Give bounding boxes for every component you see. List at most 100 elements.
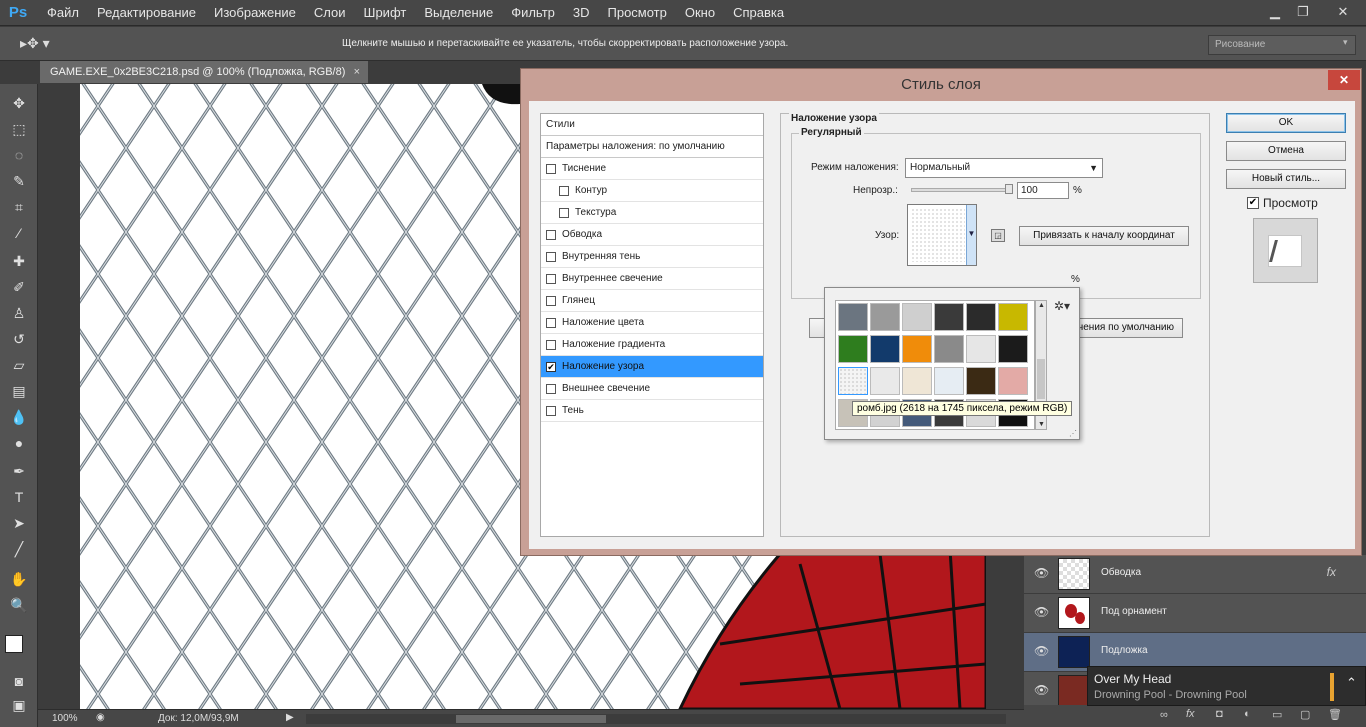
document-tab[interactable]: GAME.EXE_0x2BE3C218.psd @ 100% (Подложка… xyxy=(40,61,368,83)
style-effect-item[interactable]: Внешнее свечение xyxy=(541,378,763,400)
new-preset-icon[interactable]: ◲ xyxy=(991,229,1005,242)
layer-row[interactable]: 👁 Под орнамент xyxy=(1024,594,1366,633)
scrollbar-thumb[interactable] xyxy=(1037,359,1045,399)
gear-icon[interactable]: ✲▾ xyxy=(1054,299,1070,313)
resize-grip-icon[interactable]: ⋰ xyxy=(1069,429,1077,438)
share-icon[interactable]: ◉ xyxy=(96,712,105,723)
style-effect-item[interactable]: Внутренняя тень xyxy=(541,246,763,268)
effect-checkbox[interactable] xyxy=(546,406,556,416)
style-effect-item[interactable]: Тень xyxy=(541,400,763,422)
dodge-tool-icon[interactable]: ● xyxy=(10,434,28,452)
quick-select-tool-icon[interactable]: ✎ xyxy=(10,172,28,190)
effect-checkbox[interactable] xyxy=(559,186,569,196)
move-tool-icon[interactable]: ▸✥ ▾ xyxy=(20,35,50,52)
media-notification[interactable]: Over My Head Drowning Pool - Drowning Po… xyxy=(1087,666,1366,706)
preview-checkbox[interactable]: ✔ xyxy=(1247,197,1259,209)
healing-tool-icon[interactable]: ✚ xyxy=(10,252,28,270)
pattern-swatch[interactable] xyxy=(998,367,1028,395)
ok-button[interactable]: OK xyxy=(1226,113,1346,133)
menu-image[interactable]: Изображение xyxy=(205,0,305,26)
eye-icon[interactable]: 👁 xyxy=(1034,605,1049,619)
menu-help[interactable]: Справка xyxy=(724,0,793,26)
lasso-tool-icon[interactable]: ◌ xyxy=(10,146,28,164)
status-arrow-icon[interactable]: ▶ xyxy=(286,712,294,723)
style-effect-item[interactable]: ✔ Наложение узора xyxy=(541,356,763,378)
folder-icon[interactable]: ▭ xyxy=(1272,708,1282,721)
pattern-swatch[interactable] xyxy=(998,335,1028,363)
style-effect-item[interactable]: Обводка xyxy=(541,224,763,246)
close-icon[interactable]: ✕ xyxy=(1330,2,1356,22)
eye-icon[interactable]: 👁 xyxy=(1034,644,1049,658)
pattern-swatch[interactable] xyxy=(902,335,932,363)
menu-view[interactable]: Просмотр xyxy=(599,0,676,26)
style-effect-item[interactable]: Наложение цвета xyxy=(541,312,763,334)
chevron-down-icon[interactable]: ▼ xyxy=(966,205,976,265)
crop-tool-icon[interactable]: ⌗ xyxy=(10,198,28,216)
pattern-swatch[interactable] xyxy=(838,303,868,331)
history-brush-icon[interactable]: ↺ xyxy=(10,330,28,348)
move-tool-icon[interactable]: ✥ xyxy=(10,94,28,112)
menu-3d[interactable]: 3D xyxy=(564,0,599,26)
effect-checkbox[interactable] xyxy=(546,384,556,394)
foreground-color-swatch[interactable] xyxy=(5,635,23,653)
opacity-input[interactable]: 100 xyxy=(1017,182,1069,199)
eye-icon[interactable]: 👁 xyxy=(1034,683,1049,697)
minimize-icon[interactable]: ▁ xyxy=(1262,2,1288,22)
reset-default-button[interactable]: чения по умолчанию xyxy=(1069,318,1183,338)
pattern-swatch[interactable] xyxy=(870,335,900,363)
path-select-tool-icon[interactable]: ➤ xyxy=(10,514,28,532)
style-effect-item[interactable]: Контур xyxy=(541,180,763,202)
blur-tool-icon[interactable]: 💧 xyxy=(10,408,28,426)
new-layer-icon[interactable]: ▢ xyxy=(1300,708,1310,721)
styles-header[interactable]: Стили xyxy=(541,114,763,136)
scrollbar-thumb[interactable] xyxy=(456,715,606,723)
eye-icon[interactable]: 👁 xyxy=(1034,566,1049,580)
effect-checkbox[interactable] xyxy=(546,164,556,174)
screen-mode-icon[interactable]: ▣ xyxy=(10,696,28,714)
close-tab-icon[interactable]: × xyxy=(354,61,360,83)
chevron-up-icon[interactable]: ⌃ xyxy=(1346,675,1357,691)
adjustment-icon[interactable]: ◐ xyxy=(1244,708,1251,720)
effect-checkbox[interactable] xyxy=(546,274,556,284)
gradient-tool-icon[interactable]: ▤ xyxy=(10,382,28,400)
blending-options[interactable]: Параметры наложения: по умолчанию xyxy=(541,136,763,158)
horizontal-scrollbar[interactable] xyxy=(306,714,1006,724)
effect-checkbox[interactable] xyxy=(546,230,556,240)
new-style-button[interactable]: Новый стиль... xyxy=(1226,169,1346,189)
restore-icon[interactable]: ❐ xyxy=(1290,2,1316,22)
menu-filter[interactable]: Фильтр xyxy=(502,0,564,26)
pattern-swatch[interactable] xyxy=(902,367,932,395)
mask-icon[interactable]: ◘ xyxy=(1216,708,1223,720)
fx-icon[interactable]: fx xyxy=(1186,708,1195,720)
quick-mask-icon[interactable]: ◙ xyxy=(10,672,28,690)
pattern-swatch[interactable] xyxy=(870,367,900,395)
pattern-swatch[interactable] xyxy=(870,303,900,331)
line-tool-icon[interactable]: ╱ xyxy=(10,540,28,558)
cancel-button[interactable]: Отмена xyxy=(1226,141,1346,161)
marquee-tool-icon[interactable]: ⬚ xyxy=(10,120,28,138)
hand-tool-icon[interactable]: ✋ xyxy=(10,570,28,588)
menu-layers[interactable]: Слои xyxy=(305,0,355,26)
pattern-swatch[interactable] xyxy=(902,303,932,331)
pattern-swatch[interactable] xyxy=(934,367,964,395)
pattern-swatch[interactable] xyxy=(966,303,996,331)
blend-mode-select[interactable]: Нормальный ▼ xyxy=(905,158,1103,178)
brush-tool-icon[interactable]: ✐ xyxy=(10,278,28,296)
style-effect-item[interactable]: Глянец xyxy=(541,290,763,312)
effect-checkbox[interactable] xyxy=(546,252,556,262)
zoom-tool-icon[interactable]: 🔍 xyxy=(10,596,28,614)
scroll-up-icon[interactable]: ▲ xyxy=(1038,302,1045,309)
stamp-tool-icon[interactable]: ♙ xyxy=(10,304,28,322)
type-tool-icon[interactable]: T xyxy=(10,488,28,506)
style-effect-item[interactable]: Наложение градиента xyxy=(541,334,763,356)
style-effect-item[interactable]: Тиснение xyxy=(541,158,763,180)
layer-row[interactable]: 👁 Обводка fx xyxy=(1024,555,1366,594)
menu-select[interactable]: Выделение xyxy=(415,0,502,26)
pattern-swatch[interactable] xyxy=(966,367,996,395)
workspace-select[interactable]: Рисование xyxy=(1208,35,1356,55)
pattern-swatch[interactable] xyxy=(934,303,964,331)
zoom-level[interactable]: 100% xyxy=(52,713,78,724)
menu-file[interactable]: Файл xyxy=(38,0,88,26)
scroll-down-icon[interactable]: ▼ xyxy=(1038,421,1045,428)
pattern-picker-button[interactable]: ▼ xyxy=(907,204,977,266)
